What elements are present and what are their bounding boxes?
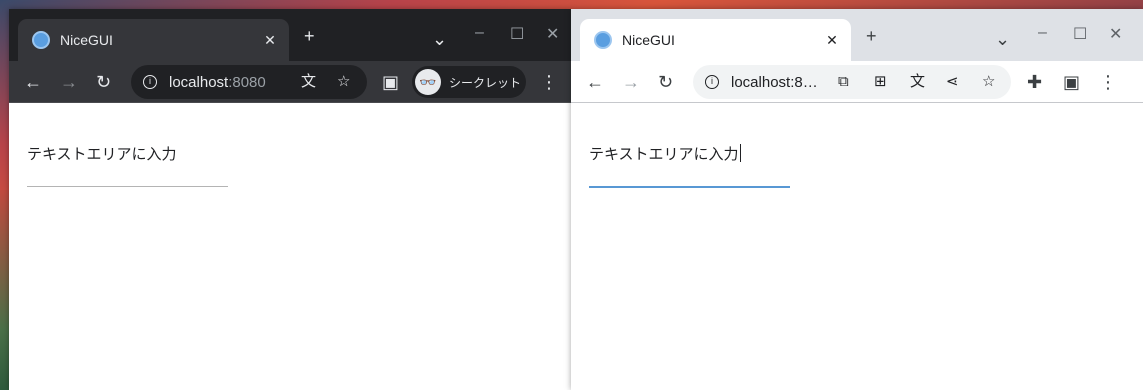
- tab-nicegui[interactable]: NiceGUI ✕: [18, 19, 289, 61]
- extensions-icon[interactable]: ✚: [1027, 72, 1042, 92]
- translate-icon[interactable]: 文: [910, 72, 925, 92]
- textarea-field[interactable]: テキストエリアに入力: [27, 143, 228, 187]
- tab-strip: NiceGUI ✕ + ⌄ – ☐ ✕: [9, 9, 571, 61]
- textarea-underline: [27, 186, 228, 187]
- nicegui-favicon-icon: [32, 31, 50, 49]
- tab-title: NiceGUI: [622, 32, 675, 48]
- toolbar: ← → ↻ i localhost:8… ⧉ ⊞ 文 ⋖ ☆ ✚ ▣ ⋮: [571, 61, 1143, 103]
- minimize-button[interactable]: –: [1038, 24, 1047, 42]
- bookmark-star-icon[interactable]: ☆: [982, 72, 995, 92]
- close-window-button[interactable]: ✕: [1109, 24, 1122, 44]
- address-bar[interactable]: i localhost:8080 文 ☆: [131, 65, 367, 99]
- back-icon[interactable]: ←: [586, 72, 604, 92]
- url-port: :8080: [228, 73, 266, 91]
- menu-icon[interactable]: ⋮: [1099, 72, 1117, 92]
- tab-close-icon[interactable]: ✕: [823, 32, 841, 49]
- page-content: テキストエリアに入力: [9, 103, 571, 390]
- forward-icon[interactable]: →: [622, 72, 640, 92]
- side-panel-icon[interactable]: ▣: [1063, 72, 1080, 92]
- url-host: localhost: [169, 73, 229, 91]
- new-tab-button[interactable]: +: [304, 26, 315, 46]
- translate-icon[interactable]: 文: [301, 72, 316, 92]
- share-icon[interactable]: ⋖: [946, 72, 959, 92]
- toolbar: ← → ↻ i localhost:8080 文 ☆ ▣ 👓 シークレット ⋮: [9, 61, 571, 103]
- textarea-label: テキストエリアに入力: [27, 146, 177, 163]
- tab-strip: NiceGUI ✕ + ⌄ – ☐ ✕: [571, 9, 1143, 61]
- address-bar[interactable]: i localhost:8… ⧉ ⊞ 文 ⋖ ☆: [693, 65, 1011, 99]
- tab-nicegui[interactable]: NiceGUI ✕: [580, 19, 851, 61]
- apps-icon[interactable]: ⊞: [874, 72, 887, 92]
- nicegui-favicon-icon: [594, 31, 612, 49]
- textarea-underline: [589, 186, 790, 188]
- textarea-label: テキストエリアに入力: [589, 143, 790, 186]
- close-window-button[interactable]: ✕: [546, 24, 559, 44]
- minimize-button[interactable]: –: [475, 24, 484, 42]
- tab-search-icon[interactable]: ⌄: [432, 29, 447, 49]
- maximize-button[interactable]: ☐: [510, 24, 524, 44]
- incognito-indicator[interactable]: 👓 シークレット: [412, 66, 526, 98]
- site-info-icon[interactable]: i: [143, 75, 157, 89]
- tab-title: NiceGUI: [60, 32, 113, 48]
- incognito-icon: 👓: [415, 69, 441, 95]
- browser-window-normal: NiceGUI ✕ + ⌄ – ☐ ✕ ← → ↻ i localhost:8……: [571, 9, 1143, 390]
- bookmark-star-icon[interactable]: ☆: [337, 72, 350, 92]
- maximize-button[interactable]: ☐: [1073, 24, 1087, 44]
- browser-window-incognito: NiceGUI ✕ + ⌄ – ☐ ✕ ← → ↻ i localhost:80…: [9, 9, 571, 390]
- textarea-label-text: テキストエリアに入力: [589, 146, 739, 163]
- site-info-icon[interactable]: i: [705, 75, 719, 89]
- menu-icon[interactable]: ⋮: [540, 72, 558, 92]
- text-caret: [739, 144, 741, 162]
- back-icon[interactable]: ←: [24, 72, 42, 92]
- textarea-field[interactable]: テキストエリアに入力: [589, 143, 790, 188]
- new-tab-button[interactable]: +: [866, 26, 877, 46]
- reload-icon[interactable]: ↻: [96, 72, 111, 92]
- forward-icon[interactable]: →: [60, 72, 78, 92]
- cast-icon[interactable]: ⧉: [838, 72, 849, 92]
- url-text: localhost:8…: [731, 73, 818, 91]
- reload-icon[interactable]: ↻: [658, 72, 673, 92]
- tab-close-icon[interactable]: ✕: [261, 32, 279, 49]
- side-panel-icon[interactable]: ▣: [382, 72, 399, 92]
- incognito-label: シークレット: [449, 75, 522, 90]
- page-content: テキストエリアに入力: [571, 103, 1143, 390]
- tab-search-icon[interactable]: ⌄: [995, 29, 1010, 49]
